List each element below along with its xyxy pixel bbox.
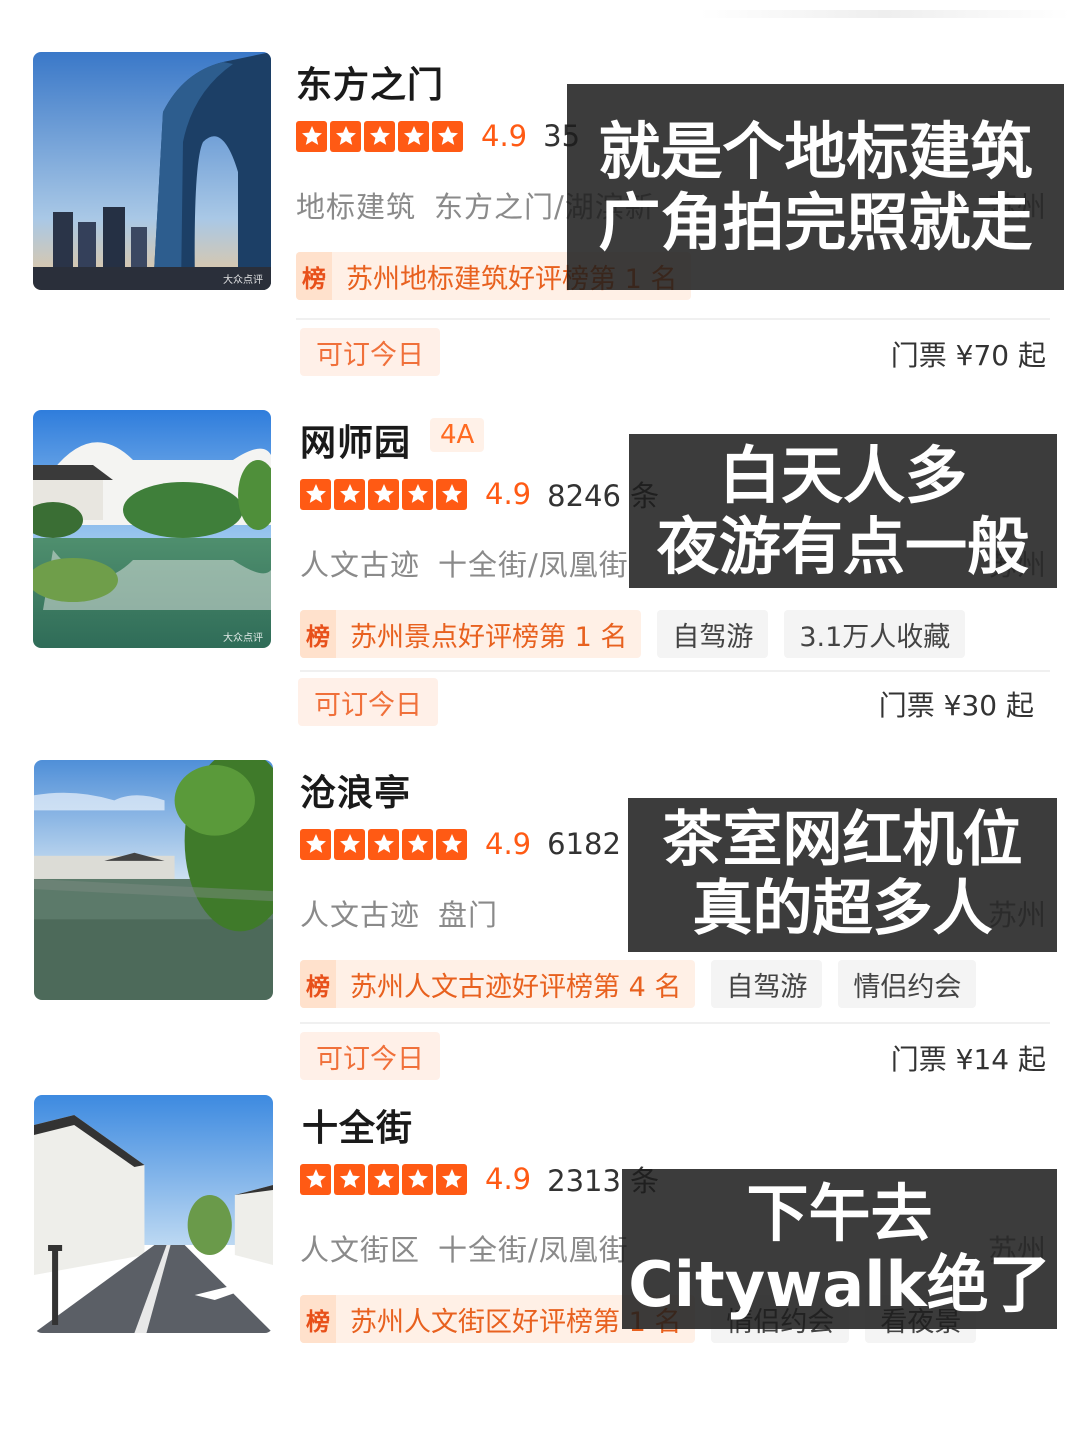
ranking-icon: 榜 [300, 610, 336, 658]
watermark-text: 大众点评 [223, 275, 263, 286]
rating-row: 4.9 35 [296, 116, 580, 156]
ranking-icon: 榜 [296, 252, 332, 300]
star-rating [296, 120, 463, 152]
area-label: 十全街/凤凰街 [438, 1233, 629, 1267]
caption-overlay: 就是个地标建筑 广角拍完照就走 [567, 84, 1064, 290]
rating-score: 4.9 [485, 827, 532, 861]
ranking-icon: 榜 [300, 1295, 336, 1343]
rating-row: 4.9 8246 条 [300, 474, 659, 514]
star-icon [300, 478, 331, 510]
star-icon [368, 478, 399, 510]
poi-meta: 人文古迹 十全街/凤凰街 [300, 542, 647, 584]
poi-title[interactable]: 沧浪亭 [300, 764, 411, 816]
category-label: 人文街区 [300, 1233, 421, 1267]
caption-overlay: 白天人多 夜游有点一般 [629, 434, 1057, 588]
area-label: 十全街/凤凰街 [438, 548, 629, 582]
star-icon [432, 120, 463, 152]
caption-overlay: 下午去 Citywalk绝了 [622, 1169, 1057, 1329]
rating-row: 4.9 6182 [300, 824, 621, 864]
poi-photo[interactable] [34, 1095, 273, 1333]
ranking-text: 苏州景点好评榜第 1 名 [350, 621, 628, 653]
caption-line: 夜游有点一般 [656, 510, 1029, 583]
star-icon [436, 1163, 467, 1195]
caption-line: 广角拍完照就走 [598, 186, 1033, 259]
ranking-text: 苏州人文古迹好评榜第 4 名 [350, 971, 682, 1003]
book-today-tag[interactable]: 可订今日 [300, 1032, 440, 1080]
caption-line: 茶室网红机位 [662, 805, 1023, 875]
review-count: 6182 [547, 827, 621, 861]
caption-line: 真的超多人 [692, 874, 993, 944]
poi-meta: 人文街区 十全街/凤凰街 [300, 1227, 647, 1269]
ranking-icon: 榜 [300, 960, 336, 1008]
ticket-price[interactable]: 门票 ¥30 起 [879, 684, 1034, 724]
star-icon [334, 478, 365, 510]
caption-line: Citywalk绝了 [628, 1248, 1051, 1321]
ranking-badge[interactable]: 榜 苏州人文古迹好评榜第 4 名 [300, 960, 696, 1008]
poi-title[interactable]: 十全街 [302, 1099, 413, 1151]
poi-title[interactable]: 网师园 [300, 414, 411, 466]
poi-card-shiquanjie[interactable]: 十全街 4.9 2313 条 人文街区十全街/凤凰街 苏州 榜 苏州人文街区好评… [0, 1095, 1080, 1395]
poi-photo[interactable]: 大众点评 [33, 52, 271, 290]
rating-score: 4.9 [481, 119, 528, 153]
star-icon [364, 120, 395, 152]
divider [300, 670, 1050, 672]
rating-score: 4.9 [485, 477, 532, 511]
category-label: 人文古迹 [300, 548, 421, 582]
star-icon [330, 120, 361, 152]
poi-card-dongfang[interactable]: 大众点评 东方之门 4.9 35 地标建筑东方之门/湖滨新 苏州 榜 苏州地标建… [0, 52, 1080, 392]
star-icon [368, 1163, 399, 1195]
divider [300, 1022, 1050, 1024]
area-label: 盘门 [438, 898, 499, 932]
star-icon [402, 478, 433, 510]
star-rating [300, 478, 467, 510]
star-rating [300, 1163, 467, 1195]
poi-photo[interactable] [34, 760, 273, 1000]
tag-self-drive[interactable]: 自驾游 [711, 960, 823, 1008]
category-label: 地标建筑 [296, 190, 417, 224]
book-today-tag[interactable]: 可订今日 [300, 328, 440, 376]
book-today-tag[interactable]: 可订今日 [298, 678, 438, 726]
star-icon [402, 1163, 433, 1195]
caption-line: 白天人多 [718, 438, 967, 512]
poi-card-canglangting[interactable]: 沧浪亭 4.9 6182 人文古迹盘门 苏州 榜 苏州人文古迹好评榜第 4 名 … [0, 760, 1080, 1090]
ticket-price[interactable]: 门票 ¥70 起 [891, 334, 1046, 374]
star-icon [300, 828, 331, 860]
star-icon [296, 120, 327, 152]
caption-line: 下午去 [746, 1176, 933, 1250]
poi-photo[interactable]: 大众点评 [33, 410, 271, 648]
poi-meta: 人文古迹 盘门 [300, 892, 516, 934]
star-rating [300, 828, 467, 860]
ticket-price[interactable]: 门票 ¥14 起 [891, 1038, 1046, 1078]
ranking-badge[interactable]: 榜 苏州景点好评榜第 1 名 [300, 610, 642, 658]
tag-self-drive[interactable]: 自驾游 [657, 610, 769, 658]
watermark-text: 大众点评 [223, 633, 263, 644]
caption-line: 就是个地标建筑 [598, 114, 1033, 188]
star-icon [300, 1163, 331, 1195]
star-icon [398, 120, 429, 152]
star-icon [402, 828, 433, 860]
star-icon [368, 828, 399, 860]
star-icon [334, 1163, 365, 1195]
tag-row: 榜 苏州景点好评榜第 1 名 自驾游 3.1万人收藏 [300, 610, 966, 658]
tag-row: 榜 苏州人文古迹好评榜第 4 名 自驾游 情侣约会 [300, 960, 977, 1008]
tag-dating[interactable]: 情侣约会 [838, 960, 977, 1008]
star-icon [436, 478, 467, 510]
star-icon [334, 828, 365, 860]
poi-card-wangshiyuan[interactable]: 大众点评 网师园 4A 4.9 8246 条 人文古迹十全街/凤凰街 苏州 榜 … [0, 410, 1080, 740]
tag-favorites[interactable]: 3.1万人收藏 [784, 610, 966, 658]
caption-overlay: 茶室网红机位 真的超多人 [628, 798, 1057, 952]
level-badge: 4A [430, 418, 485, 452]
divider [296, 318, 1050, 320]
poi-title[interactable]: 东方之门 [296, 56, 444, 108]
top-edge-shadow [700, 10, 1070, 18]
star-icon [436, 828, 467, 860]
rating-row: 4.9 2313 条 [300, 1159, 659, 1199]
category-label: 人文古迹 [300, 898, 421, 932]
rating-score: 4.9 [485, 1162, 532, 1196]
